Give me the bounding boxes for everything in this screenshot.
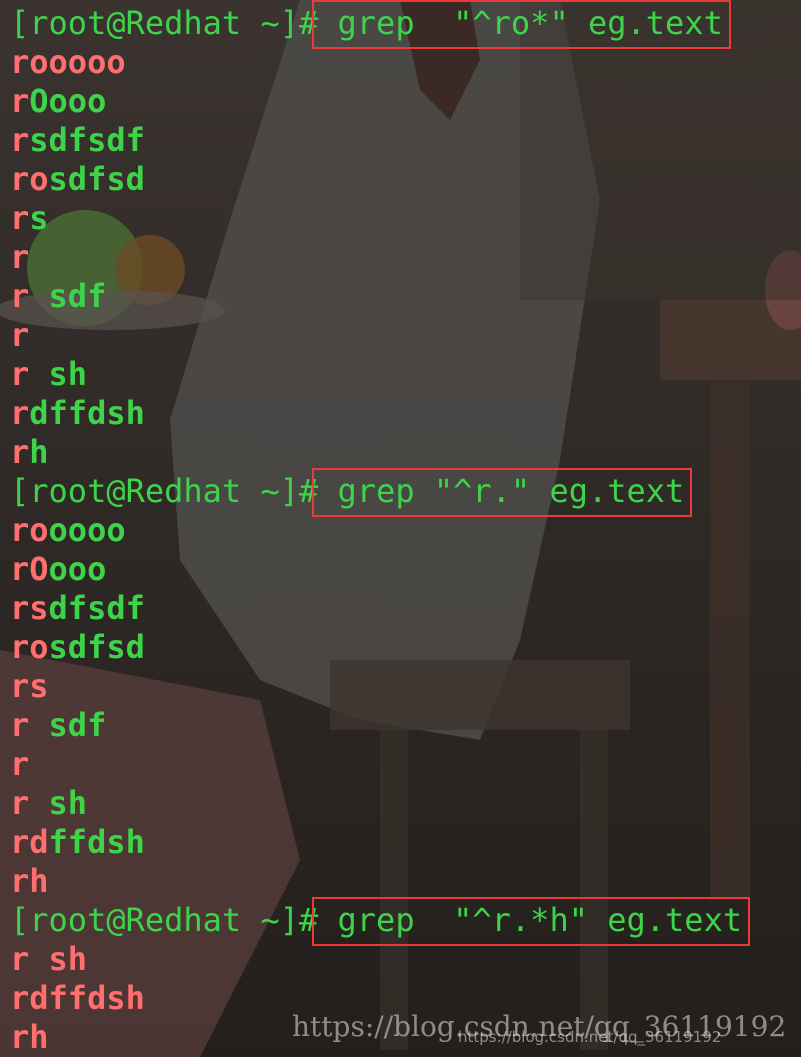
- output-rest: h: [29, 433, 49, 471]
- match-highlight: r: [10, 394, 30, 432]
- output-line: rh: [10, 433, 801, 472]
- match-highlight: rooooo: [10, 43, 126, 81]
- output-rest: sdf: [48, 706, 107, 744]
- shell-prompt: [root@Redhat ~]#: [10, 472, 319, 510]
- output-line: rooooo: [10, 511, 801, 550]
- match-highlight: rs: [10, 667, 49, 705]
- prompt-line: [root@Redhat ~]# grep "^ro*" eg.text: [10, 0, 801, 49]
- output-rest: ffdsh: [48, 823, 145, 861]
- output-line: r: [10, 745, 801, 784]
- output-line: r: [10, 238, 801, 277]
- watermark-small: https://blog.csdn.net/qq_36119192: [458, 1028, 722, 1046]
- output-line: rOooo: [10, 550, 801, 589]
- match-highlight: r: [10, 784, 49, 822]
- output-line: rsdfsdf: [10, 589, 801, 628]
- match-highlight: r: [10, 199, 30, 237]
- output-rest: sdfsdf: [29, 121, 145, 159]
- output-line: rooooo: [10, 43, 801, 82]
- match-highlight: r: [10, 238, 30, 276]
- output-line: rh: [10, 862, 801, 901]
- prompt-line: [root@Redhat ~]# grep "^r.*h" eg.text: [10, 897, 801, 946]
- output-line: rosdfsd: [10, 628, 801, 667]
- grep-command: grep "^ro*" eg.text: [318, 4, 723, 42]
- output-line: rdffdsh: [10, 823, 801, 862]
- match-highlight: r: [10, 316, 30, 354]
- output-rest: sdfsd: [48, 628, 145, 666]
- shell-prompt: [root@Redhat ~]#: [10, 901, 319, 939]
- match-highlight: rO: [10, 550, 49, 588]
- output-rest: oooo: [48, 511, 126, 549]
- shell-prompt: [root@Redhat ~]#: [10, 4, 319, 42]
- grep-command: grep "^r.*h" eg.text: [318, 901, 743, 939]
- match-highlight: rh: [10, 862, 49, 900]
- output-line: r sh: [10, 784, 801, 823]
- output-rest: sh: [29, 355, 88, 393]
- output-line: r: [10, 316, 801, 355]
- match-highlight: rs: [10, 589, 49, 627]
- output-line: r sh: [10, 355, 801, 394]
- output-rest: s: [29, 199, 49, 237]
- output-line: rs: [10, 667, 801, 706]
- output-line: rOooo: [10, 82, 801, 121]
- output-line: rdffdsh: [10, 394, 801, 433]
- output-line: rs: [10, 199, 801, 238]
- prompt-line: [root@Redhat ~]# grep "^r." eg.text: [10, 468, 801, 517]
- match-highlight: r: [10, 121, 30, 159]
- match-highlight: r: [10, 277, 30, 315]
- grep-command: grep "^r." eg.text: [318, 472, 685, 510]
- output-line: r sdf: [10, 277, 801, 316]
- match-highlight: r: [10, 706, 49, 744]
- match-highlight: r: [10, 355, 30, 393]
- output-rest: dffdsh: [29, 394, 145, 432]
- match-highlight: r: [10, 82, 30, 120]
- match-highlight: rdffdsh: [10, 979, 145, 1017]
- output-line: r sdf: [10, 706, 801, 745]
- match-highlight: r sh: [10, 940, 88, 978]
- match-highlight: ro: [10, 160, 49, 198]
- match-highlight: ro: [10, 628, 49, 666]
- match-highlight: rh: [10, 1018, 49, 1056]
- match-highlight: ro: [10, 511, 49, 549]
- match-highlight: rd: [10, 823, 49, 861]
- output-rest: ooo: [48, 550, 107, 588]
- output-line: rosdfsd: [10, 160, 801, 199]
- match-highlight: r: [10, 745, 30, 783]
- output-rest: Oooo: [29, 82, 107, 120]
- output-line: rsdfsdf: [10, 121, 801, 160]
- terminal-output: [root@Redhat ~]# grep "^ro*" eg.text rooo…: [10, 0, 801, 1057]
- output-line: r sh: [10, 940, 801, 979]
- output-rest: dfsdf: [48, 589, 145, 627]
- output-rest: sdfsd: [48, 160, 145, 198]
- output-rest: sh: [48, 784, 88, 822]
- match-highlight: r: [10, 433, 30, 471]
- output-rest: sdf: [29, 277, 107, 315]
